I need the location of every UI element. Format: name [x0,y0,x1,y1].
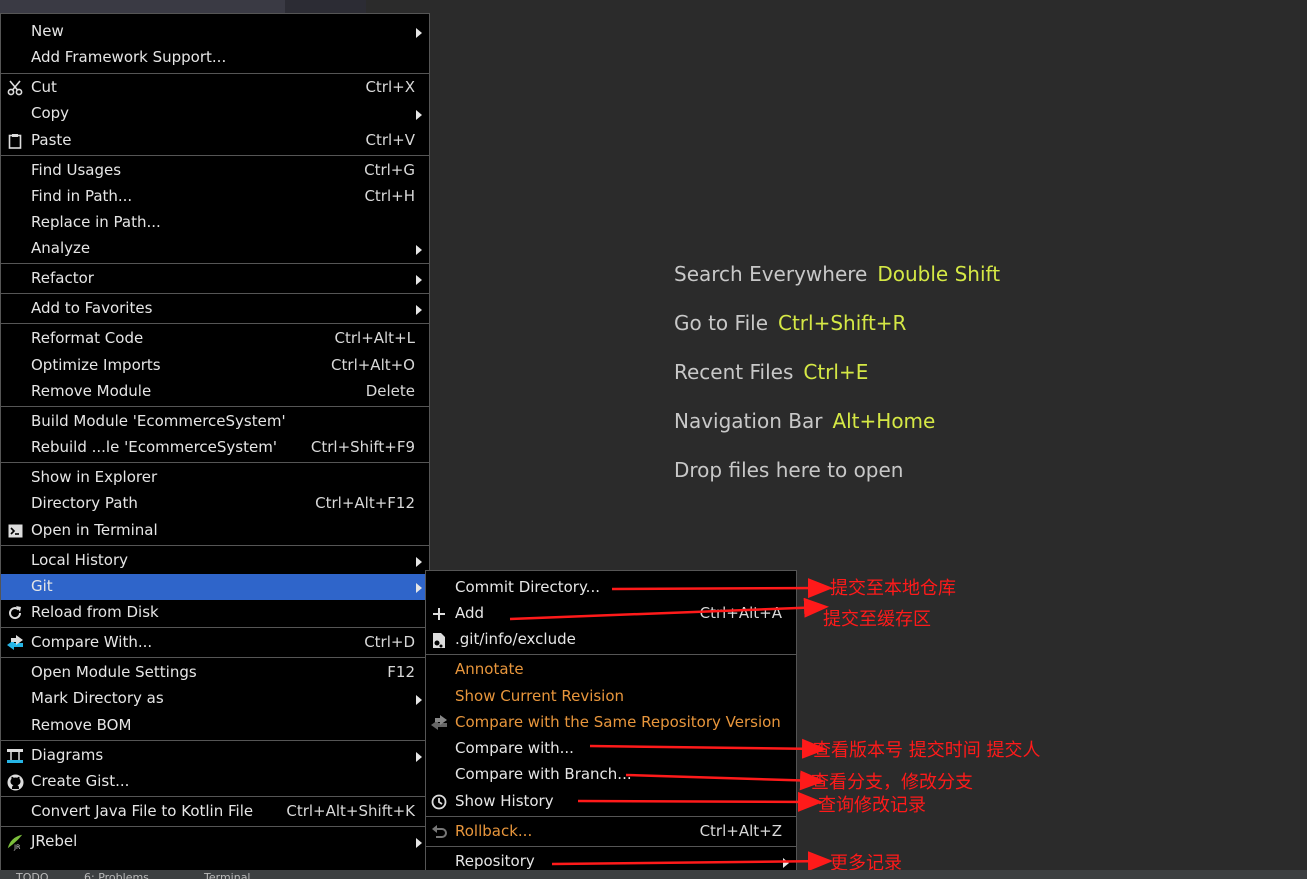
annotation-arrows [509,578,833,872]
annotation-arrow [589,738,827,759]
annotation-add-staging: 提交至缓存区 [823,609,931,630]
tool-tab-terminal[interactable]: Terminal [204,871,251,879]
annotation-arrow [509,597,829,621]
annotation-compare-with: 查看版本号 提交时间 提交人 [813,740,1041,761]
annotation-commit-local: 提交至本地仓库 [830,578,956,599]
tool-tab-problems[interactable]: 6: Problems [84,871,149,879]
annotation-arrow [577,791,823,812]
annotation-history: 查询修改记录 [818,795,926,816]
tool-window-bar: TODO 6: Problems Terminal [0,870,1307,879]
annotation-arrow [625,770,825,791]
annotation-arrow [611,578,833,599]
tool-tab-todo[interactable]: TODO [16,871,49,879]
annotation-arrow [551,851,833,872]
